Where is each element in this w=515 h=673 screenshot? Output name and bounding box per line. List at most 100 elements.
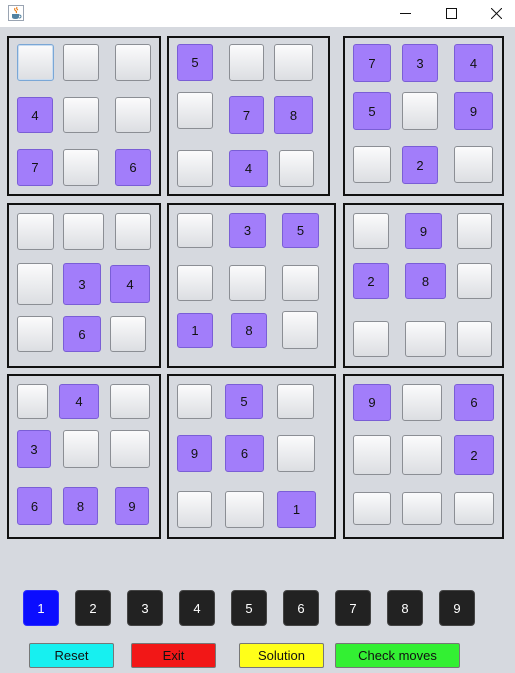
sudoku-cell[interactable]: [17, 263, 53, 305]
sudoku-cell[interactable]: [17, 316, 53, 352]
sudoku-cell[interactable]: 1: [177, 313, 213, 348]
sudoku-cell[interactable]: [110, 430, 150, 468]
sudoku-cell[interactable]: [63, 44, 99, 81]
sudoku-cell[interactable]: [17, 384, 48, 419]
sudoku-cell[interactable]: [177, 92, 213, 129]
sudoku-cell[interactable]: [274, 44, 313, 81]
sudoku-cell[interactable]: 7: [353, 44, 391, 82]
sudoku-cell[interactable]: [402, 435, 442, 475]
sudoku-cell[interactable]: [177, 265, 213, 301]
sudoku-cell[interactable]: [177, 150, 213, 187]
reset-button[interactable]: Reset: [29, 643, 114, 668]
sudoku-cell[interactable]: 6: [63, 316, 101, 352]
sudoku-cell[interactable]: 2: [353, 263, 389, 299]
digit-button-3[interactable]: 3: [127, 590, 163, 626]
sudoku-cell[interactable]: [279, 150, 314, 187]
sudoku-cell[interactable]: [229, 44, 264, 81]
sudoku-cell[interactable]: [115, 44, 151, 81]
sudoku-cell[interactable]: 4: [17, 97, 53, 133]
sudoku-cell[interactable]: [177, 384, 212, 419]
exit-button[interactable]: Exit: [131, 643, 216, 668]
close-button[interactable]: [474, 0, 515, 27]
sudoku-cell[interactable]: 2: [454, 435, 494, 475]
sudoku-cell[interactable]: [454, 492, 494, 525]
sudoku-cell[interactable]: 1: [277, 491, 316, 528]
sudoku-cell[interactable]: [177, 213, 213, 248]
sudoku-cell[interactable]: [402, 492, 442, 525]
java-cup-icon: [8, 5, 24, 21]
sudoku-cell[interactable]: [17, 213, 54, 250]
sudoku-cell[interactable]: 3: [63, 263, 101, 305]
sudoku-cell[interactable]: [282, 265, 319, 301]
sudoku-cell[interactable]: 4: [110, 265, 150, 303]
sudoku-cell[interactable]: 6: [17, 487, 52, 525]
sudoku-cell[interactable]: 8: [231, 313, 267, 348]
sudoku-cell[interactable]: 5: [177, 44, 213, 81]
sudoku-cell[interactable]: [457, 321, 492, 357]
sudoku-cell[interactable]: 6: [454, 384, 494, 421]
sudoku-cell[interactable]: [454, 146, 493, 183]
sudoku-cell[interactable]: 4: [229, 150, 268, 187]
digit-button-9[interactable]: 9: [439, 590, 475, 626]
sudoku-cell[interactable]: [353, 492, 391, 525]
sudoku-cell[interactable]: 2: [402, 146, 438, 184]
sudoku-cell[interactable]: [277, 435, 315, 472]
sudoku-cell[interactable]: 7: [229, 96, 264, 134]
sudoku-cell[interactable]: 5: [353, 92, 391, 130]
sudoku-cell[interactable]: [353, 213, 389, 249]
sudoku-cell[interactable]: 3: [229, 213, 266, 248]
digit-button-2[interactable]: 2: [75, 590, 111, 626]
sudoku-cell[interactable]: 5: [225, 384, 263, 419]
check-moves-button[interactable]: Check moves: [335, 643, 460, 668]
sudoku-cell[interactable]: [17, 44, 54, 81]
maximize-button[interactable]: [429, 0, 475, 27]
sudoku-cell[interactable]: 5: [282, 213, 319, 248]
digit-button-4[interactable]: 4: [179, 590, 215, 626]
sudoku-cell[interactable]: [177, 491, 212, 528]
sudoku-cell[interactable]: [225, 491, 264, 528]
sudoku-cell[interactable]: 9: [454, 92, 493, 130]
sudoku-cell[interactable]: [110, 384, 150, 419]
sudoku-cell[interactable]: 4: [454, 44, 493, 82]
sudoku-cell[interactable]: [353, 146, 391, 183]
solution-button[interactable]: Solution: [239, 643, 324, 668]
sudoku-cell[interactable]: [353, 435, 391, 475]
digit-button-5[interactable]: 5: [231, 590, 267, 626]
sudoku-cell[interactable]: [229, 265, 266, 301]
sudoku-cell[interactable]: 3: [17, 430, 51, 468]
sudoku-cell[interactable]: [405, 321, 446, 357]
sudoku-cell[interactable]: [457, 213, 492, 249]
sudoku-cell[interactable]: [353, 321, 389, 357]
sudoku-cell[interactable]: [402, 92, 438, 130]
window-titlebar: [0, 0, 515, 27]
minimize-button[interactable]: [383, 0, 429, 27]
digit-button-6[interactable]: 6: [283, 590, 319, 626]
sudoku-cell[interactable]: 9: [115, 487, 149, 525]
sudoku-cell[interactable]: 8: [274, 96, 313, 134]
sudoku-cell[interactable]: [457, 263, 492, 299]
sudoku-cell[interactable]: 9: [405, 213, 442, 249]
sudoku-cell[interactable]: [63, 97, 99, 133]
sudoku-cell[interactable]: 4: [59, 384, 99, 419]
sudoku-cell[interactable]: [63, 149, 99, 186]
sudoku-cell[interactable]: 7: [17, 149, 53, 186]
sudoku-cell[interactable]: [402, 384, 442, 421]
sudoku-cell[interactable]: [63, 213, 104, 250]
sudoku-cell[interactable]: 8: [63, 487, 98, 525]
sudoku-cell[interactable]: [115, 97, 151, 133]
sudoku-cell[interactable]: 3: [402, 44, 438, 82]
sudoku-cell[interactable]: [63, 430, 99, 468]
sudoku-cell[interactable]: 8: [405, 263, 446, 299]
sudoku-cell[interactable]: [115, 213, 151, 250]
sudoku-cell[interactable]: [110, 316, 146, 352]
sudoku-cell[interactable]: 6: [115, 149, 151, 186]
sudoku-cell[interactable]: [277, 384, 314, 419]
maximize-icon: [446, 8, 457, 19]
digit-button-8[interactable]: 8: [387, 590, 423, 626]
digit-button-1[interactable]: 1: [23, 590, 59, 626]
sudoku-cell[interactable]: 6: [225, 435, 264, 472]
digit-button-7[interactable]: 7: [335, 590, 371, 626]
sudoku-cell[interactable]: 9: [177, 435, 212, 472]
sudoku-cell[interactable]: [282, 311, 318, 349]
sudoku-cell[interactable]: 9: [353, 384, 391, 421]
